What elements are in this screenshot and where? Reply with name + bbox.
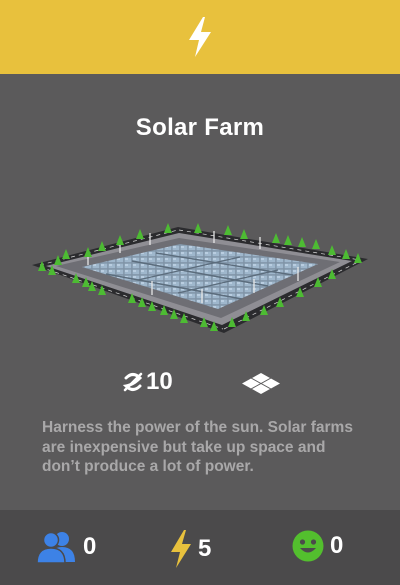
smiley-face-icon <box>292 530 324 562</box>
population-stat: 0 <box>37 530 96 564</box>
cost-display: 10 <box>122 368 173 396</box>
cost-value: 10 <box>146 368 173 395</box>
cost-and-size-row: 10 <box>0 366 400 400</box>
category-header <box>0 0 400 74</box>
building-description: Harness the power of the sun. Solar farm… <box>42 419 353 475</box>
currency-icon <box>122 372 143 392</box>
power-stat: 5 <box>170 530 211 568</box>
lightning-bolt-icon <box>171 530 191 568</box>
effects-footer: 0 5 0 <box>0 510 400 585</box>
power-value: 5 <box>198 535 212 562</box>
building-title: Solar Farm <box>135 114 265 141</box>
building-info-card: Solar Farm 10 Harness the power of the s… <box>0 0 400 585</box>
lightning-bolt-icon <box>189 17 211 57</box>
population-value: 0 <box>83 533 97 560</box>
people-icon <box>37 531 75 564</box>
happiness-value: 0 <box>330 532 344 559</box>
solar-farm-illustration <box>32 223 368 333</box>
happiness-stat: 0 <box>292 530 343 562</box>
footprint-grid-icon <box>242 373 280 394</box>
